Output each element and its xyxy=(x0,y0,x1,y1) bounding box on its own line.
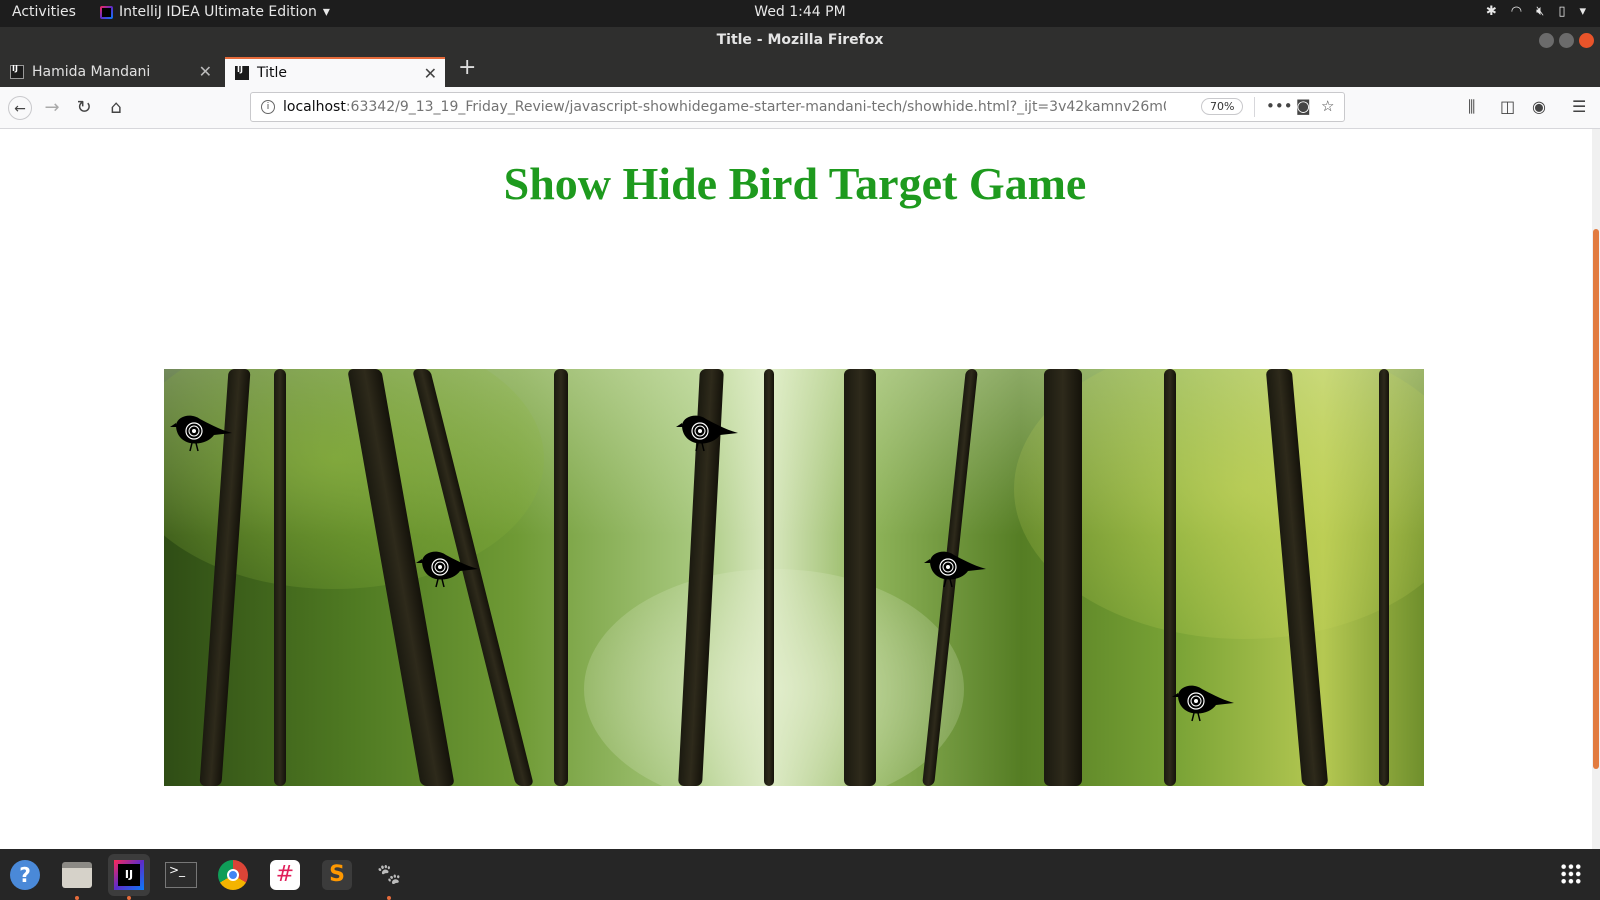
show-applications-icon[interactable] xyxy=(1560,863,1582,885)
intellij-favicon-icon xyxy=(235,65,249,80)
chevron-down-icon[interactable]: ▾ xyxy=(1579,4,1586,19)
url-path: :63342/9_13_19_Friday_Review/javascript-… xyxy=(345,99,1166,115)
tree-trunk xyxy=(274,369,286,786)
zoom-indicator[interactable]: 70% xyxy=(1201,98,1244,115)
urlbar-separator xyxy=(1254,97,1255,117)
tab-strip: Hamida Mandani ✕ Title ✕ + xyxy=(0,55,1600,87)
chevron-down-icon: ▾ xyxy=(322,4,330,20)
app-menu-label: IntelliJ IDEA Ultimate Edition xyxy=(119,4,317,20)
maximize-button[interactable] xyxy=(1559,33,1574,48)
intellij-favicon-icon xyxy=(10,64,24,79)
system-top-bar: Activities IntelliJ IDEA Ultimate Editio… xyxy=(0,0,1600,27)
bird-target-icon[interactable] xyxy=(676,407,740,455)
terminal-icon[interactable]: >_ xyxy=(160,854,202,896)
help-icon[interactable]: ? xyxy=(4,854,46,896)
sidebar-icon[interactable]: ◫ xyxy=(1500,97,1515,116)
chrome-icon[interactable] xyxy=(212,854,254,896)
back-button[interactable]: ← xyxy=(8,96,32,120)
running-indicator xyxy=(127,896,131,900)
close-window-button[interactable] xyxy=(1579,33,1594,48)
page-content: Show Hide Bird Target Game xyxy=(0,129,1600,849)
tab-label: Hamida Mandani xyxy=(32,64,151,80)
bookmark-star-icon[interactable]: ☆ xyxy=(1321,97,1334,115)
window-title-bar: Title - Mozilla Firefox xyxy=(0,27,1600,55)
foliage xyxy=(584,569,964,786)
tree-trunk xyxy=(1379,369,1389,786)
site-info-icon[interactable]: i xyxy=(261,100,275,114)
navigation-toolbar: ← → ↻ ⌂ i localhost :63342/9_13_19_Frida… xyxy=(0,87,1600,129)
forward-button[interactable]: → xyxy=(40,96,64,120)
home-button[interactable]: ⌂ xyxy=(104,96,128,120)
bird-target-icon[interactable] xyxy=(170,407,234,455)
bird-target-icon[interactable] xyxy=(924,543,988,591)
intellij-icon[interactable]: IJ xyxy=(108,854,150,900)
close-tab-icon[interactable]: ✕ xyxy=(424,64,437,83)
url-host: localhost xyxy=(283,99,346,115)
wifi-icon[interactable]: ◠ xyxy=(1511,4,1522,19)
page-actions-icon[interactable]: ••• xyxy=(1266,97,1293,115)
menu-icon[interactable]: ☰ xyxy=(1572,97,1586,116)
pocket-icon[interactable]: ◙ xyxy=(1296,97,1311,115)
tab-title[interactable]: Title ✕ xyxy=(225,57,445,87)
slack-icon[interactable]: # xyxy=(264,854,306,896)
sublime-text-icon[interactable]: S xyxy=(316,854,358,896)
running-indicator xyxy=(387,896,391,900)
volume-muted-icon[interactable]: 🔇︎ xyxy=(1536,4,1544,19)
activities-button[interactable]: Activities xyxy=(12,4,76,20)
tree-trunk xyxy=(554,369,568,786)
close-tab-icon[interactable]: ✕ xyxy=(199,62,212,81)
app-menu[interactable]: IntelliJ IDEA Ultimate Edition ▾ xyxy=(100,4,330,20)
system-tray[interactable]: ✱ ◠ 🔇︎ ▯ ▾ xyxy=(1486,4,1586,19)
minimize-button[interactable] xyxy=(1539,33,1554,48)
tab-hamida-mandani[interactable]: Hamida Mandani ✕ xyxy=(0,57,220,87)
running-indicator xyxy=(75,896,79,900)
page-title: Show Hide Bird Target Game xyxy=(503,158,1087,209)
bird-target-icon[interactable] xyxy=(1172,677,1236,725)
tree-trunk xyxy=(1044,369,1082,786)
files-icon[interactable] xyxy=(56,854,98,900)
battery-icon[interactable]: ▯ xyxy=(1558,4,1565,19)
new-tab-button[interactable]: + xyxy=(458,55,476,80)
tab-label: Title xyxy=(257,65,288,81)
tree-trunk xyxy=(844,369,876,786)
reload-button[interactable]: ↻ xyxy=(72,96,96,120)
intellij-icon xyxy=(100,5,113,19)
dock: ? IJ >_ # S 🐾︎ xyxy=(0,849,1600,900)
url-bar[interactable]: i localhost :63342/9_13_19_Friday_Review… xyxy=(250,92,1345,122)
scrollbar-thumb[interactable] xyxy=(1593,229,1599,769)
account-icon[interactable]: ◉ xyxy=(1532,97,1546,116)
window-title: Title - Mozilla Firefox xyxy=(716,32,884,48)
tree-trunk xyxy=(764,369,774,786)
gimp-icon[interactable]: 🐾︎ xyxy=(368,854,410,900)
vertical-scrollbar[interactable] xyxy=(1592,129,1600,849)
bird-target-icon[interactable] xyxy=(416,543,480,591)
library-icon[interactable]: ⫼ xyxy=(1468,97,1475,117)
slack-tray-icon[interactable]: ✱ xyxy=(1486,4,1497,19)
